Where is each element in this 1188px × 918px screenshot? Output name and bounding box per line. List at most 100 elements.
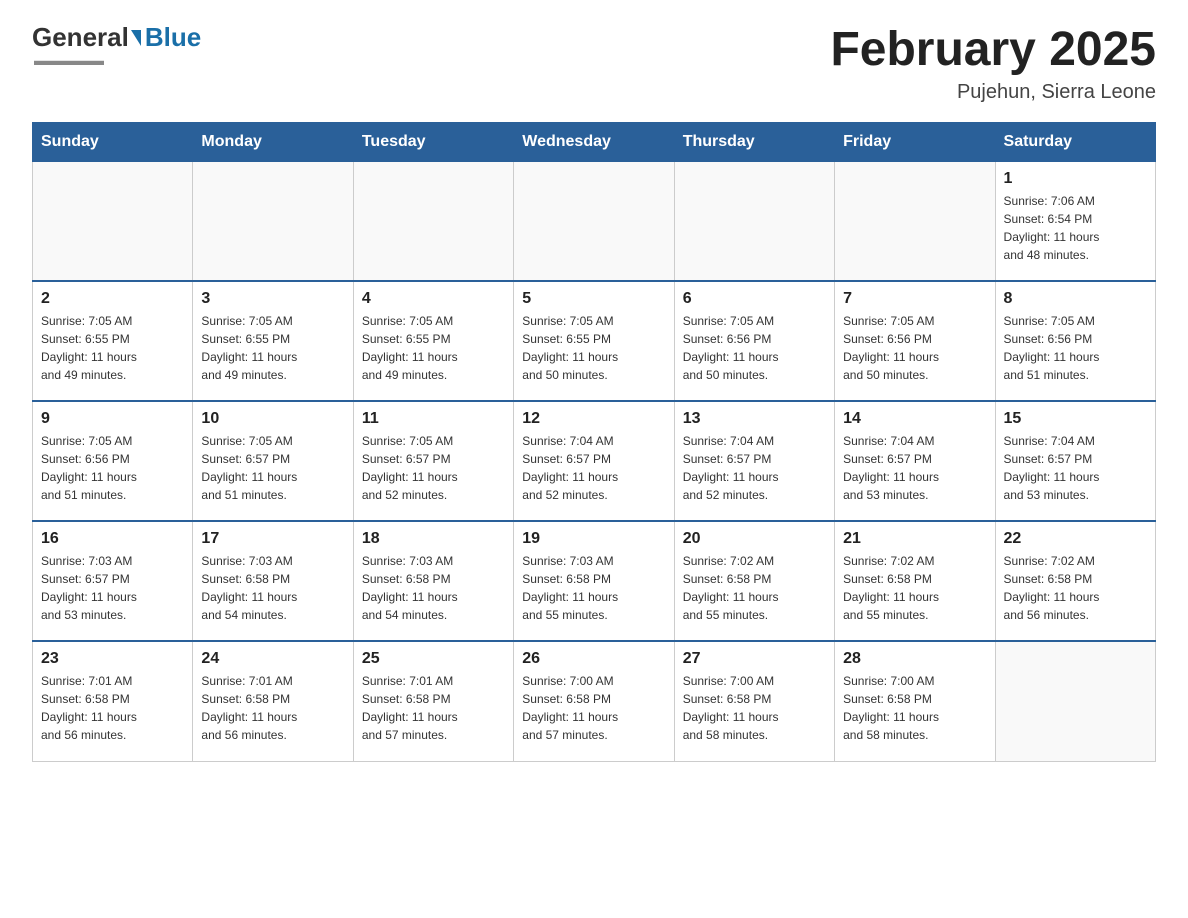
header-thursday: Thursday	[674, 122, 834, 161]
day-info: Sunrise: 7:04 AM Sunset: 6:57 PM Dayligh…	[683, 432, 826, 504]
table-row: 4 Sunrise: 7:05 AM Sunset: 6:55 PM Daylig…	[353, 281, 513, 401]
day-number: 1	[1004, 170, 1147, 188]
day-number: 9	[41, 410, 184, 428]
table-row: 8 Sunrise: 7:05 AM Sunset: 6:56 PM Daylig…	[995, 281, 1155, 401]
day-info: Sunrise: 7:01 AM Sunset: 6:58 PM Dayligh…	[201, 672, 344, 744]
calendar-subtitle: Pujehun, Sierra Leone	[830, 81, 1156, 104]
table-row: 27 Sunrise: 7:00 AM Sunset: 6:58 PM Dayli…	[674, 641, 834, 761]
day-info: Sunrise: 7:03 AM Sunset: 6:58 PM Dayligh…	[522, 552, 665, 624]
table-row	[995, 641, 1155, 761]
day-info: Sunrise: 7:02 AM Sunset: 6:58 PM Dayligh…	[1004, 552, 1147, 624]
table-row: 11 Sunrise: 7:05 AM Sunset: 6:57 PM Dayli…	[353, 401, 513, 521]
calendar-week-row: 16 Sunrise: 7:03 AM Sunset: 6:57 PM Dayli…	[33, 521, 1156, 641]
table-row: 3 Sunrise: 7:05 AM Sunset: 6:55 PM Daylig…	[193, 281, 353, 401]
day-number: 26	[522, 650, 665, 668]
table-row: 19 Sunrise: 7:03 AM Sunset: 6:58 PM Dayli…	[514, 521, 674, 641]
day-info: Sunrise: 7:04 AM Sunset: 6:57 PM Dayligh…	[522, 432, 665, 504]
table-row: 23 Sunrise: 7:01 AM Sunset: 6:58 PM Dayli…	[33, 641, 193, 761]
logo: General Blue ▬▬▬▬▬	[32, 24, 201, 68]
table-row: 22 Sunrise: 7:02 AM Sunset: 6:58 PM Dayli…	[995, 521, 1155, 641]
day-number: 22	[1004, 530, 1147, 548]
day-number: 3	[201, 290, 344, 308]
day-info: Sunrise: 7:05 AM Sunset: 6:55 PM Dayligh…	[362, 312, 505, 384]
day-number: 4	[362, 290, 505, 308]
table-row: 24 Sunrise: 7:01 AM Sunset: 6:58 PM Dayli…	[193, 641, 353, 761]
day-info: Sunrise: 7:03 AM Sunset: 6:58 PM Dayligh…	[201, 552, 344, 624]
day-number: 5	[522, 290, 665, 308]
header-wednesday: Wednesday	[514, 122, 674, 161]
day-info: Sunrise: 7:00 AM Sunset: 6:58 PM Dayligh…	[522, 672, 665, 744]
day-info: Sunrise: 7:03 AM Sunset: 6:57 PM Dayligh…	[41, 552, 184, 624]
day-info: Sunrise: 7:04 AM Sunset: 6:57 PM Dayligh…	[1004, 432, 1147, 504]
day-number: 21	[843, 530, 986, 548]
day-number: 23	[41, 650, 184, 668]
table-row: 1Sunrise: 7:06 AM Sunset: 6:54 PM Daylig…	[995, 161, 1155, 281]
day-number: 13	[683, 410, 826, 428]
table-row: 21 Sunrise: 7:02 AM Sunset: 6:58 PM Dayli…	[835, 521, 995, 641]
table-row: 9 Sunrise: 7:05 AM Sunset: 6:56 PM Daylig…	[33, 401, 193, 521]
day-number: 24	[201, 650, 344, 668]
day-info: Sunrise: 7:05 AM Sunset: 6:56 PM Dayligh…	[683, 312, 826, 384]
day-info: Sunrise: 7:05 AM Sunset: 6:55 PM Dayligh…	[41, 312, 184, 384]
table-row: 13 Sunrise: 7:04 AM Sunset: 6:57 PM Dayli…	[674, 401, 834, 521]
calendar-title: February 2025	[830, 24, 1156, 77]
header-monday: Monday	[193, 122, 353, 161]
calendar-week-row: 23 Sunrise: 7:01 AM Sunset: 6:58 PM Dayli…	[33, 641, 1156, 761]
day-number: 11	[362, 410, 505, 428]
header: General Blue ▬▬▬▬▬ February 2025 Pujehun…	[32, 24, 1156, 104]
day-number: 16	[41, 530, 184, 548]
day-info: Sunrise: 7:02 AM Sunset: 6:58 PM Dayligh…	[843, 552, 986, 624]
table-row: 25 Sunrise: 7:01 AM Sunset: 6:58 PM Dayli…	[353, 641, 513, 761]
table-row: 26 Sunrise: 7:00 AM Sunset: 6:58 PM Dayli…	[514, 641, 674, 761]
table-row	[193, 161, 353, 281]
day-number: 19	[522, 530, 665, 548]
day-info: Sunrise: 7:05 AM Sunset: 6:57 PM Dayligh…	[362, 432, 505, 504]
day-number: 14	[843, 410, 986, 428]
table-row: 5Sunrise: 7:05 AM Sunset: 6:55 PM Daylig…	[514, 281, 674, 401]
table-row: 28Sunrise: 7:00 AM Sunset: 6:58 PM Dayli…	[835, 641, 995, 761]
table-row: 17Sunrise: 7:03 AM Sunset: 6:58 PM Dayli…	[193, 521, 353, 641]
table-row: 7Sunrise: 7:05 AM Sunset: 6:56 PM Daylig…	[835, 281, 995, 401]
day-number: 15	[1004, 410, 1147, 428]
day-info: Sunrise: 7:01 AM Sunset: 6:58 PM Dayligh…	[362, 672, 505, 744]
table-row: 2 Sunrise: 7:05 AM Sunset: 6:55 PM Daylig…	[33, 281, 193, 401]
header-saturday: Saturday	[995, 122, 1155, 161]
day-info: Sunrise: 7:03 AM Sunset: 6:58 PM Dayligh…	[362, 552, 505, 624]
calendar-week-row: 1Sunrise: 7:06 AM Sunset: 6:54 PM Daylig…	[33, 161, 1156, 281]
logo-arrow-icon	[131, 30, 141, 46]
day-info: Sunrise: 7:04 AM Sunset: 6:57 PM Dayligh…	[843, 432, 986, 504]
day-info: Sunrise: 7:05 AM Sunset: 6:55 PM Dayligh…	[201, 312, 344, 384]
day-number: 18	[362, 530, 505, 548]
day-info: Sunrise: 7:05 AM Sunset: 6:56 PM Dayligh…	[843, 312, 986, 384]
day-header-row: Sunday Monday Tuesday Wednesday Thursday…	[33, 122, 1156, 161]
table-row	[835, 161, 995, 281]
day-info: Sunrise: 7:00 AM Sunset: 6:58 PM Dayligh…	[683, 672, 826, 744]
table-row	[674, 161, 834, 281]
day-number: 10	[201, 410, 344, 428]
day-info: Sunrise: 7:01 AM Sunset: 6:58 PM Dayligh…	[41, 672, 184, 744]
table-row: 15 Sunrise: 7:04 AM Sunset: 6:57 PM Dayli…	[995, 401, 1155, 521]
table-row: 10Sunrise: 7:05 AM Sunset: 6:57 PM Dayli…	[193, 401, 353, 521]
table-row	[514, 161, 674, 281]
title-area: February 2025 Pujehun, Sierra Leone	[830, 24, 1156, 104]
day-info: Sunrise: 7:05 AM Sunset: 6:56 PM Dayligh…	[41, 432, 184, 504]
day-number: 28	[843, 650, 986, 668]
calendar-week-row: 9 Sunrise: 7:05 AM Sunset: 6:56 PM Daylig…	[33, 401, 1156, 521]
day-number: 20	[683, 530, 826, 548]
day-number: 25	[362, 650, 505, 668]
calendar-week-row: 2 Sunrise: 7:05 AM Sunset: 6:55 PM Daylig…	[33, 281, 1156, 401]
day-number: 27	[683, 650, 826, 668]
day-info: Sunrise: 7:02 AM Sunset: 6:58 PM Dayligh…	[683, 552, 826, 624]
header-tuesday: Tuesday	[353, 122, 513, 161]
day-number: 12	[522, 410, 665, 428]
day-info: Sunrise: 7:05 AM Sunset: 6:56 PM Dayligh…	[1004, 312, 1147, 384]
day-number: 2	[41, 290, 184, 308]
day-number: 8	[1004, 290, 1147, 308]
table-row: 18 Sunrise: 7:03 AM Sunset: 6:58 PM Dayli…	[353, 521, 513, 641]
header-friday: Friday	[835, 122, 995, 161]
header-sunday: Sunday	[33, 122, 193, 161]
table-row	[33, 161, 193, 281]
logo-general-text: General	[32, 24, 129, 50]
table-row: 12 Sunrise: 7:04 AM Sunset: 6:57 PM Dayli…	[514, 401, 674, 521]
table-row	[353, 161, 513, 281]
